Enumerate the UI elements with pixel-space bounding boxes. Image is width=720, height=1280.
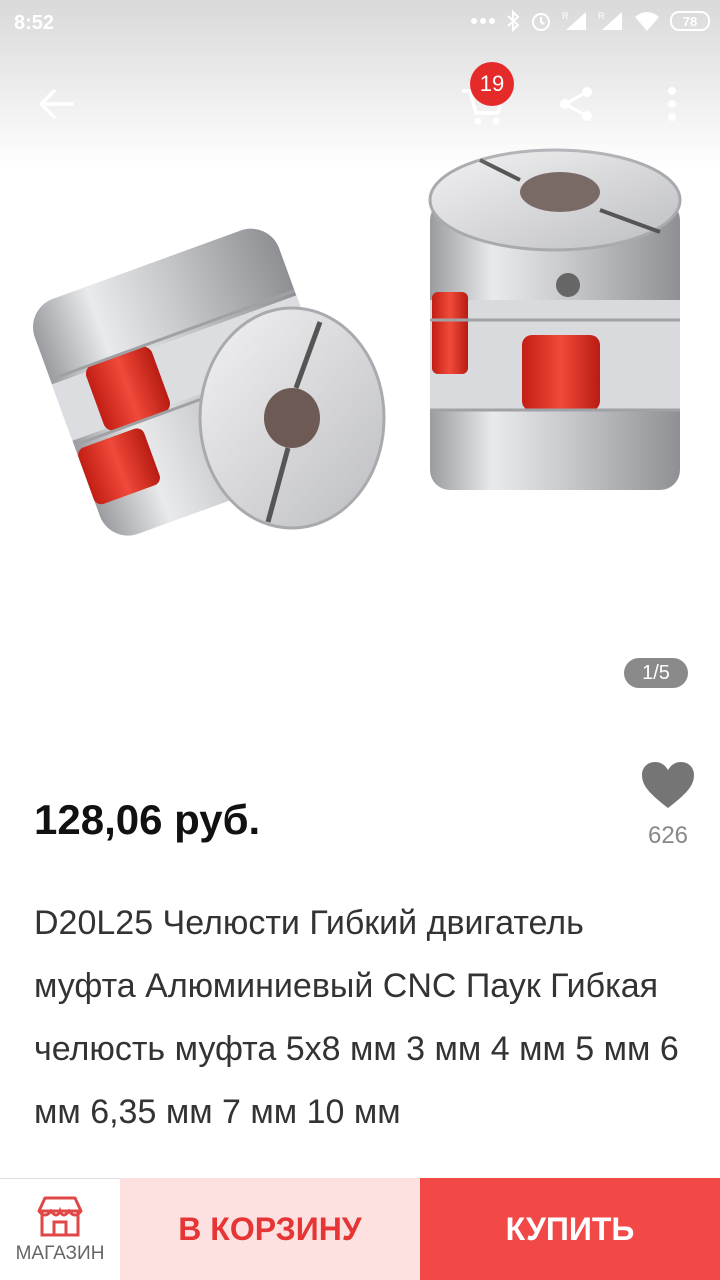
back-arrow-icon	[39, 89, 74, 119]
wifi-icon	[635, 12, 659, 31]
share-icon	[560, 87, 592, 121]
dots-icon	[471, 18, 495, 24]
share-button[interactable]	[548, 80, 604, 128]
store-button[interactable]: МАГАЗИН	[0, 1178, 120, 1280]
alarm-icon	[532, 13, 550, 31]
cart-count-badge: 19	[470, 62, 514, 106]
product-price: 128,06 руб.	[34, 796, 261, 843]
more-vertical-icon	[668, 87, 676, 121]
svg-text:R: R	[562, 11, 569, 21]
bottom-action-bar: МАГАЗИН В КОРЗИНУ КУПИТЬ	[0, 1178, 720, 1280]
signal-icon: R	[598, 11, 622, 30]
more-options-button[interactable]	[652, 78, 692, 130]
status-icons: R R 78	[470, 10, 710, 32]
battery-icon: 78	[670, 11, 710, 31]
image-pager-indicator: 1/5	[624, 658, 688, 688]
store-icon	[37, 1196, 83, 1236]
svg-text:R: R	[598, 11, 605, 21]
signal-icon: R	[562, 11, 586, 30]
back-button[interactable]	[28, 82, 84, 126]
wishlist-count: 626	[647, 822, 689, 849]
heart-icon	[642, 762, 694, 808]
product-image-gallery[interactable]	[0, 0, 720, 720]
battery-level: 78	[682, 13, 698, 29]
store-label: МАГАЗИН	[15, 1242, 105, 1264]
status-time: 8:52	[14, 12, 55, 34]
bluetooth-icon	[507, 10, 520, 32]
buy-now-button[interactable]: КУПИТЬ	[420, 1178, 720, 1280]
wishlist-button[interactable]	[640, 760, 696, 812]
product-title: D20L25 Челюсти Гибкий двигатель муфта Ал…	[34, 904, 679, 1131]
status-bar: 8:52 R R 78	[0, 0, 720, 48]
add-to-cart-button[interactable]: В КОРЗИНУ	[120, 1178, 420, 1280]
